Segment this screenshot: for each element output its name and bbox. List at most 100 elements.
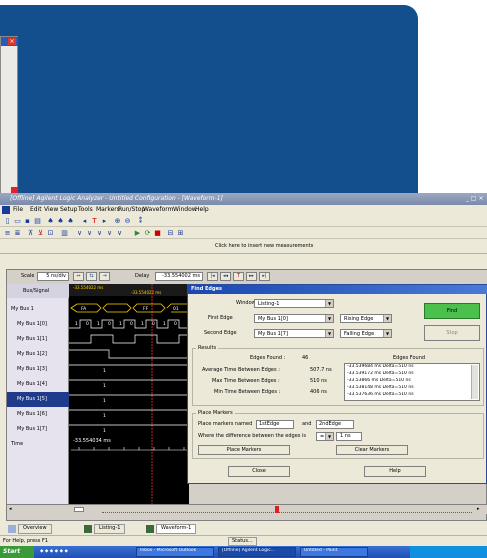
signal-row[interactable]: My Bus 1[7] — [7, 422, 69, 437]
menu-help[interactable]: Help — [195, 206, 209, 214]
signal-row[interactable]: My Bus 1[6] — [7, 407, 69, 422]
slope-icon-3[interactable]: ∨ — [95, 229, 104, 237]
delay-field[interactable]: -33.554002 ms — [155, 272, 203, 281]
run-repetitive-icon[interactable]: ⟳ — [143, 229, 152, 237]
scale-zoom-icon[interactable]: ⇔ — [73, 272, 84, 281]
marker1-input[interactable]: 1stEdge — [256, 420, 294, 429]
window-controls-icon[interactable]: _ □ × — [466, 195, 484, 203]
horizontal-scrollbar[interactable]: ◂ ▸ — [7, 504, 487, 514]
group-icon[interactable]: ▥ — [60, 229, 69, 237]
slope-icon-4[interactable]: ∨ — [105, 229, 114, 237]
delay-next-icon[interactable]: ▸▸ — [246, 272, 257, 281]
find-icon[interactable]: ♠ — [46, 217, 55, 225]
menu-markers[interactable]: Markers — [96, 206, 120, 214]
new-icon[interactable]: ▯ — [3, 217, 12, 225]
start-button[interactable]: Start — [0, 546, 34, 558]
run-icon[interactable]: ▶ — [133, 229, 142, 237]
signal-row[interactable]: My Bus 1 — [7, 302, 69, 317]
close-icon[interactable]: × — [8, 38, 16, 45]
signal-row[interactable]: My Bus 1[2] — [7, 347, 69, 362]
delay-trigger-icon[interactable]: T — [233, 272, 244, 281]
second-edge-select[interactable]: My Bus 1[7] ▼ — [254, 329, 334, 338]
scale-fit-icon[interactable]: ⇆ — [86, 272, 97, 281]
find-button[interactable]: Find — [424, 303, 480, 319]
go-to-start-icon[interactable]: ◂ — [80, 217, 89, 225]
scroll-right-icon[interactable]: ▸ — [477, 506, 480, 513]
delay-prev-icon[interactable]: ◂◂ — [220, 272, 231, 281]
place-markers-button[interactable]: Place Markers — [198, 445, 290, 455]
waveform-display[interactable]: -33.554022 ms -33.554022 ms FA FF 01 1 0… — [69, 284, 189, 504]
window-select[interactable]: Listing-1 ▼ — [254, 299, 334, 308]
trigger-icon[interactable]: T — [90, 217, 99, 225]
difference-operator-select[interactable]: = ▼ — [316, 432, 334, 441]
menu-view[interactable]: View — [44, 206, 58, 214]
stop-button[interactable]: Stop — [424, 325, 480, 341]
list-item[interactable]: -33.537636 ms Delta=510 ns — [347, 392, 414, 398]
align-icon[interactable]: ≣ — [13, 229, 22, 237]
signal-row[interactable]: Time — [7, 437, 69, 452]
first-edge-select[interactable]: My Bus 1[0] ▼ — [254, 314, 334, 323]
signal-row-selected[interactable]: My Bus 1[5] — [7, 392, 69, 407]
edges-found-list[interactable]: -33.539684 ms Delta=510 ns -33.539172 ms… — [344, 363, 480, 401]
tab-listing[interactable]: Listing-1 — [94, 524, 126, 534]
menu-file[interactable]: File — [13, 206, 23, 214]
stop-icon[interactable]: ■ — [153, 229, 162, 237]
task-logic-analyzer[interactable]: [Offline] Agilent Logic... — [218, 547, 296, 557]
signal-row[interactable]: My Bus 1[1] — [7, 332, 69, 347]
tab-overview[interactable]: Overview — [18, 524, 52, 534]
signal-row[interactable]: My Bus 1[4] — [7, 377, 69, 392]
menu-run-stop[interactable]: Run/Stop — [118, 206, 145, 214]
find-prev-icon[interactable]: ♠ — [66, 217, 75, 225]
task-paint[interactable]: Untitled - Paint — [300, 547, 368, 557]
edge-any-icon[interactable]: ⊡ — [46, 229, 55, 237]
print-icon[interactable]: ▤ — [33, 217, 42, 225]
scroll-thumb[interactable] — [74, 507, 84, 512]
menu-window[interactable]: Window — [173, 206, 197, 214]
edge-rising-icon[interactable]: ⊼ — [26, 229, 35, 237]
difference-value-input[interactable]: 1 ns — [336, 432, 362, 441]
menu-setup[interactable]: Setup — [60, 206, 77, 214]
find-next-icon[interactable]: ♠ — [56, 217, 65, 225]
overview-icon[interactable]: ⊟ — [166, 229, 175, 237]
list-item[interactable]: -33.538148 ms Delta=510 ns — [347, 385, 414, 391]
scale-field[interactable]: 5 ns/div — [37, 272, 69, 281]
second-edge-type-select[interactable]: Falling Edge ▼ — [340, 329, 392, 338]
delay-last-icon[interactable]: ▸| — [259, 272, 270, 281]
signal-row[interactable]: My Bus 1[3] — [7, 362, 69, 377]
menu-tools[interactable]: Tools — [78, 206, 93, 214]
list-scrollbar[interactable] — [471, 365, 478, 399]
slope-icon-5[interactable]: ∨ — [115, 229, 124, 237]
first-edge-type-select[interactable]: Rising Edge ▼ — [340, 314, 392, 323]
properties-icon[interactable]: ⊞ — [176, 229, 185, 237]
measurement-bar[interactable]: Click here to insert new measurements — [0, 240, 487, 254]
help-button[interactable]: Help — [364, 466, 426, 477]
zoom-out-icon[interactable]: ⊖ — [123, 217, 132, 225]
task-outlook[interactable]: Inbox - Microsoft Outlook — [136, 547, 214, 557]
quicklaunch-icons[interactable]: ◆ ◆ ◆ ◆ ◆ ◆ — [40, 549, 68, 555]
save-icon[interactable]: ▪ — [23, 217, 32, 225]
list-item[interactable]: -33.539684 ms Delta=510 ns — [347, 364, 414, 370]
slope-icon-2[interactable]: ∨ — [85, 229, 94, 237]
go-to-end-icon[interactable]: ▸ — [100, 217, 109, 225]
zoom-in-icon[interactable]: ⊕ — [113, 217, 122, 225]
scale-expand-icon[interactable]: ⇥ — [99, 272, 110, 281]
signal-row[interactable]: My Bus 1[0] — [7, 317, 69, 332]
open-icon[interactable]: ▭ — [13, 217, 22, 225]
close-button[interactable]: Close — [228, 466, 290, 477]
list-item[interactable]: -33.53866 ms Delta=510 ns — [347, 378, 411, 384]
list-icon[interactable]: ≡ — [3, 229, 12, 237]
slope-icon-1[interactable]: ∨ — [75, 229, 84, 237]
markers-icon[interactable]: ⁑ — [136, 217, 145, 225]
menu-waveform[interactable]: Waveform — [143, 206, 173, 214]
list-item[interactable]: -33.539172 ms Delta=510 ns — [347, 371, 414, 377]
status-button[interactable]: Status... — [228, 537, 257, 546]
menu-edit[interactable]: Edit — [30, 206, 42, 214]
delay-first-icon[interactable]: |◂ — [207, 272, 218, 281]
scroll-track[interactable] — [102, 506, 472, 513]
scroll-left-icon[interactable]: ◂ — [9, 506, 12, 513]
edge-falling-icon[interactable]: ⊻ — [36, 229, 45, 237]
clear-markers-button[interactable]: Clear Markers — [336, 445, 408, 455]
tab-waveform[interactable]: Waveform-1 — [156, 524, 197, 534]
marker2-input[interactable]: 2ndEdge — [316, 420, 354, 429]
bit-value: 1 — [163, 321, 166, 327]
